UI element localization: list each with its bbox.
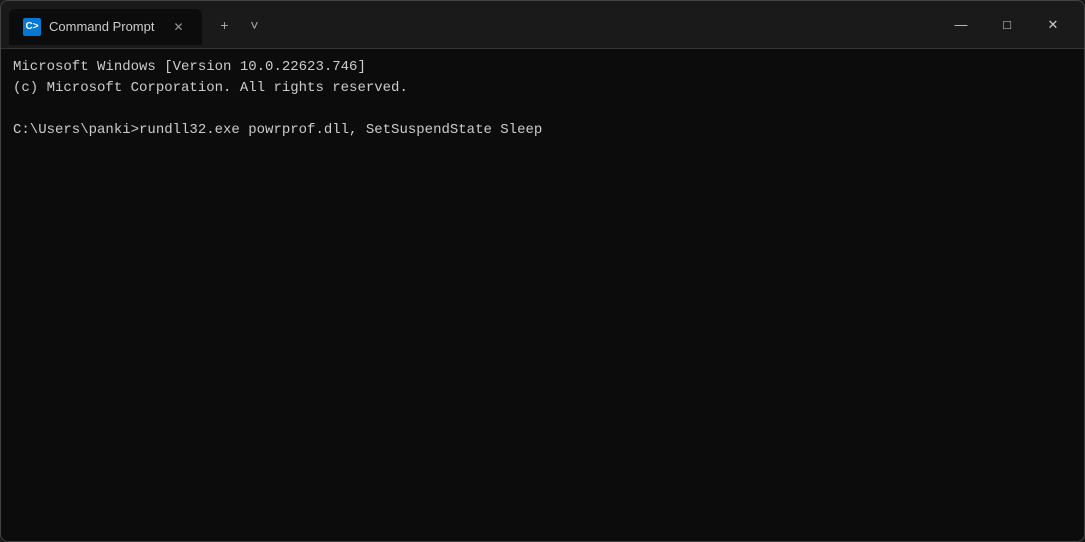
terminal-line-1: Microsoft Windows [Version 10.0.22623.74… bbox=[13, 57, 1072, 78]
cmd-icon: C> bbox=[23, 18, 41, 36]
command-prompt-window: C> Command Prompt ✕ + ˅ — □ bbox=[0, 0, 1085, 542]
terminal-body[interactable]: Microsoft Windows [Version 10.0.22623.74… bbox=[1, 49, 1084, 541]
terminal-line-4: C:\Users\panki>rundll32.exe powrprof.dll… bbox=[13, 120, 1072, 141]
tab-title: Command Prompt bbox=[49, 19, 154, 34]
active-tab[interactable]: C> Command Prompt ✕ bbox=[9, 9, 202, 45]
title-bar: C> Command Prompt ✕ + ˅ — □ bbox=[1, 1, 1084, 49]
title-bar-right: — □ ✕ bbox=[938, 9, 1076, 41]
close-tab-button[interactable]: ✕ bbox=[168, 17, 188, 37]
new-tab-button[interactable]: + bbox=[210, 11, 238, 39]
minimize-button[interactable]: — bbox=[938, 9, 984, 41]
maximize-button[interactable]: □ bbox=[984, 9, 1030, 41]
dropdown-button[interactable]: ˅ bbox=[240, 11, 268, 39]
title-bar-left: C> Command Prompt ✕ + ˅ bbox=[9, 5, 268, 45]
terminal-blank-line bbox=[13, 99, 1072, 120]
terminal-line-2: (c) Microsoft Corporation. All rights re… bbox=[13, 78, 1072, 99]
close-window-button[interactable]: ✕ bbox=[1030, 9, 1076, 41]
tab-controls: + ˅ bbox=[206, 11, 268, 39]
